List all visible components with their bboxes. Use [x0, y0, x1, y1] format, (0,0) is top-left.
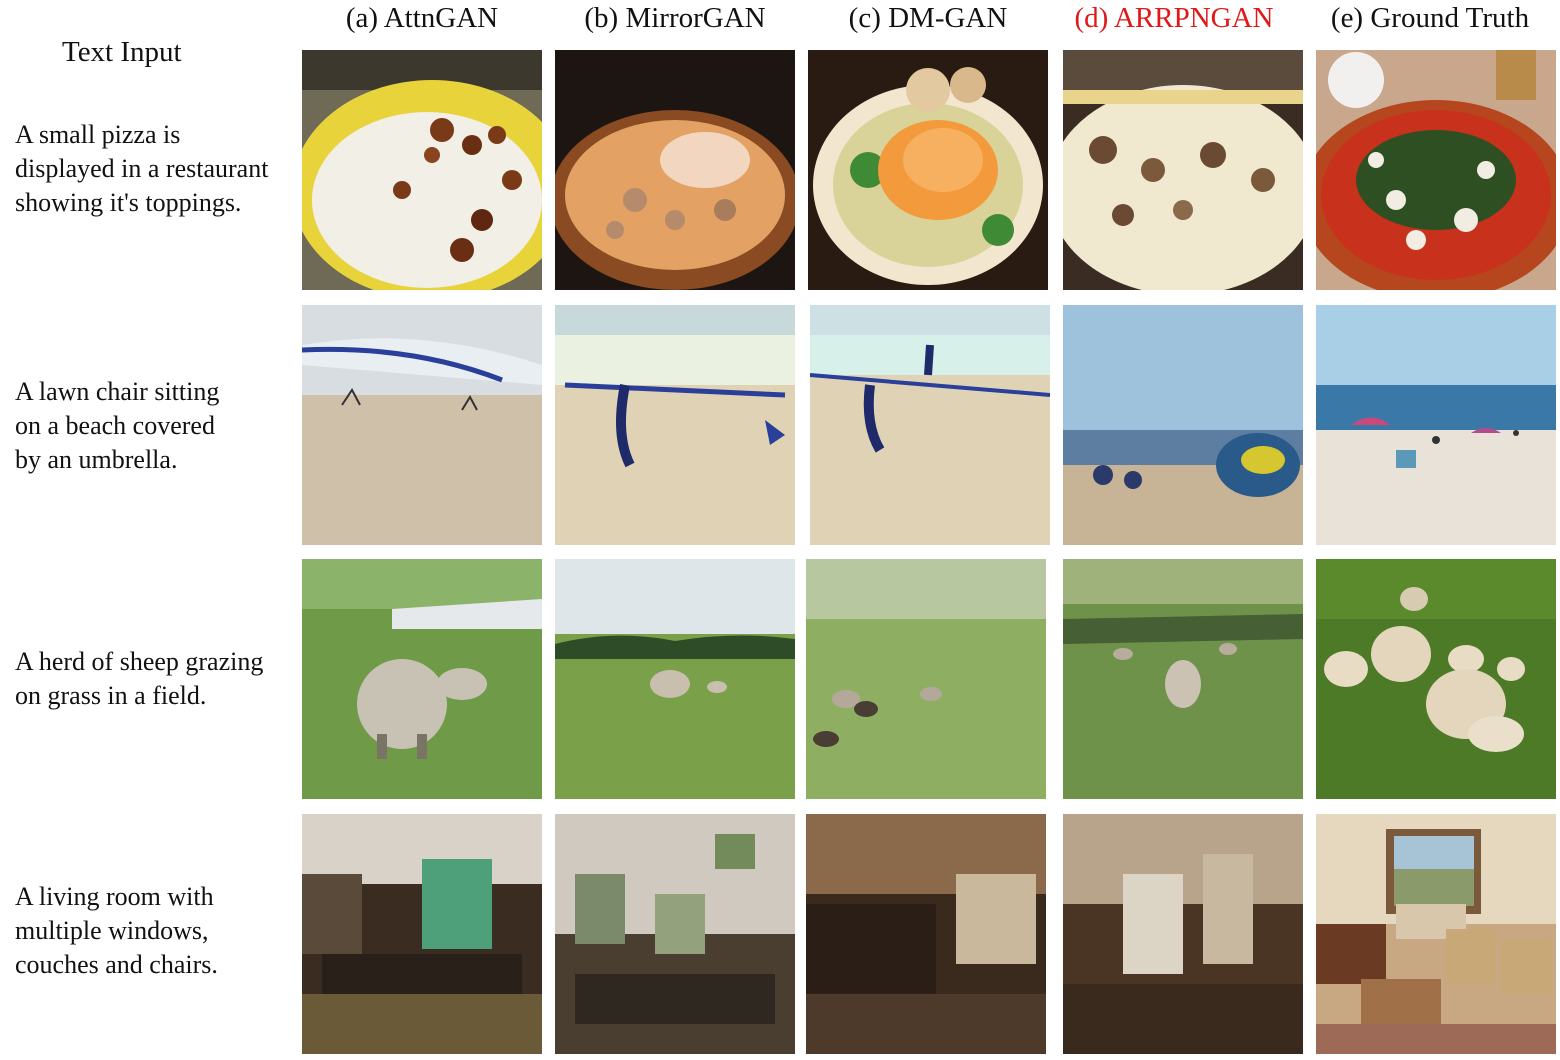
image-livingroom-dmgan — [806, 814, 1046, 1054]
caption-line: displayed in a restaurant — [15, 154, 269, 183]
column-header-arrpngan: (d) ARRPNGAN — [1074, 2, 1274, 34]
image-livingroom-mirrorgan — [555, 814, 795, 1054]
column-header-dmgan: (c) DM-GAN — [848, 2, 1008, 34]
column-header-ground-truth: (e) Ground Truth — [1330, 2, 1530, 34]
image-beach-mirrorgan — [555, 305, 795, 545]
image-sheep-attngan — [302, 559, 542, 799]
caption-line: by an umbrella. — [15, 445, 178, 474]
image-sheep-mirrorgan — [555, 559, 795, 799]
image-sheep-dmgan — [806, 559, 1046, 799]
caption-line: couches and chairs. — [15, 950, 218, 979]
text-input-title: Text Input — [62, 36, 182, 68]
image-pizza-ground-truth — [1316, 50, 1556, 290]
image-beach-dmgan — [810, 305, 1050, 545]
caption-line: multiple windows, — [15, 916, 209, 945]
image-livingroom-attngan — [302, 814, 542, 1054]
image-beach-arrpngan — [1063, 305, 1303, 545]
caption-line: showing it's toppings. — [15, 188, 242, 217]
image-pizza-attngan — [302, 50, 542, 290]
image-beach-attngan — [302, 305, 542, 545]
caption-line: A living room with — [15, 882, 214, 911]
image-pizza-dmgan — [808, 50, 1048, 290]
caption-row-1: A small pizza is displayed in a restaura… — [15, 118, 300, 220]
image-livingroom-ground-truth — [1316, 814, 1556, 1054]
caption-row-2: A lawn chair sitting on a beach covered … — [15, 375, 300, 477]
image-pizza-arrpngan — [1063, 50, 1303, 290]
caption-line: on grass in a field. — [15, 681, 207, 710]
column-header-mirrorgan: (b) MirrorGAN — [584, 2, 766, 34]
image-livingroom-arrpngan — [1063, 814, 1303, 1054]
image-pizza-mirrorgan — [555, 50, 795, 290]
image-sheep-arrpngan — [1063, 559, 1303, 799]
caption-line: A herd of sheep grazing — [15, 647, 264, 676]
caption-row-4: A living room with multiple windows, cou… — [15, 880, 300, 982]
image-beach-ground-truth — [1316, 305, 1556, 545]
caption-line: on a beach covered — [15, 411, 215, 440]
image-sheep-ground-truth — [1316, 559, 1556, 799]
column-header-attngan: (a) AttnGAN — [345, 2, 499, 34]
caption-line: A lawn chair sitting — [15, 377, 220, 406]
caption-row-3: A herd of sheep grazing on grass in a fi… — [15, 645, 300, 713]
caption-line: A small pizza is — [15, 120, 181, 149]
